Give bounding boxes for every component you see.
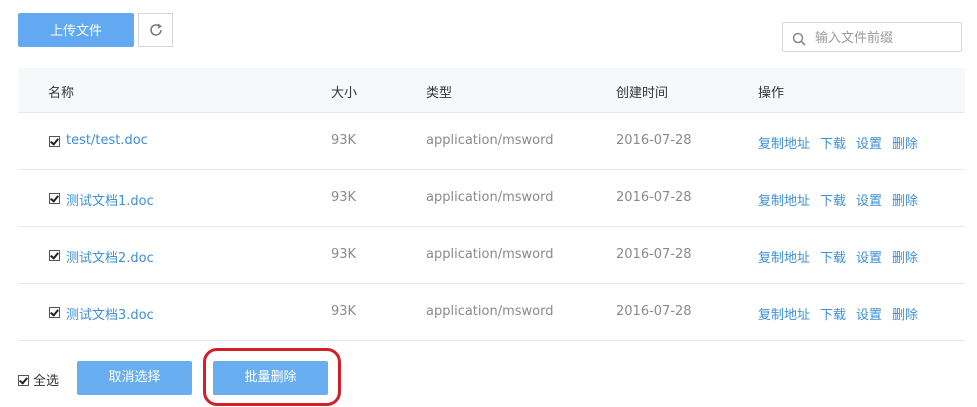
row-checkbox[interactable] [49, 250, 60, 261]
search-icon [792, 31, 806, 50]
upload-button[interactable]: 上传文件 [18, 13, 134, 47]
delete-link[interactable]: 删除 [892, 137, 918, 152]
file-date: 2016-07-28 [616, 304, 692, 319]
file-size: 93K [331, 247, 357, 262]
delete-link[interactable]: 删除 [892, 194, 918, 209]
settings-link[interactable]: 设置 [856, 137, 882, 152]
settings-link[interactable]: 设置 [856, 308, 882, 323]
header-size: 大小 [331, 86, 358, 101]
row-checkbox[interactable] [49, 136, 60, 147]
header-name: 名称 [48, 86, 75, 101]
table-row: test/test.doc 93K application/msword 201… [18, 113, 965, 170]
copy-url-link[interactable]: 复制地址 [758, 308, 810, 323]
copy-url-link[interactable]: 复制地址 [758, 251, 810, 266]
settings-link[interactable]: 设置 [856, 251, 882, 266]
copy-url-link[interactable]: 复制地址 [758, 137, 810, 152]
delete-link[interactable]: 删除 [892, 251, 918, 266]
search-input[interactable] [813, 23, 962, 53]
row-actions: 复制地址 下载 设置 删除 [758, 304, 928, 323]
download-link[interactable]: 下载 [820, 308, 846, 323]
header-type: 类型 [426, 86, 453, 101]
row-checkbox[interactable] [49, 193, 60, 204]
table-row: 测试文档3.doc 93K application/msword 2016-07… [18, 284, 965, 341]
row-actions: 复制地址 下载 设置 删除 [758, 133, 928, 152]
cancel-selection-button[interactable]: 取消选择 [77, 361, 192, 395]
file-table: 名称 大小 类型 创建时间 操作 test/test.doc 93K appli… [18, 68, 965, 341]
file-name-link[interactable]: test/test.doc [66, 133, 148, 148]
row-actions: 复制地址 下载 设置 删除 [758, 190, 928, 209]
select-all-checkbox[interactable] [18, 375, 29, 386]
table-row: 测试文档1.doc 93K application/msword 2016-07… [18, 170, 965, 227]
file-manager: 上传文件 名称 大小 类型 创建时间 操作 test/test.doc 93K [0, 0, 977, 407]
file-type: application/msword [426, 247, 554, 262]
delete-link[interactable]: 删除 [892, 308, 918, 323]
file-date: 2016-07-28 [616, 190, 692, 205]
settings-link[interactable]: 设置 [856, 194, 882, 209]
file-size: 93K [331, 304, 357, 319]
row-checkbox[interactable] [49, 307, 60, 318]
file-size: 93K [331, 190, 357, 205]
copy-url-link[interactable]: 复制地址 [758, 194, 810, 209]
select-all[interactable]: 全选 [18, 370, 59, 389]
file-name-link[interactable]: 测试文档1.doc [66, 190, 154, 209]
search-box [782, 22, 962, 53]
file-date: 2016-07-28 [616, 247, 692, 262]
table-header: 名称 大小 类型 创建时间 操作 [18, 68, 965, 113]
file-date: 2016-07-28 [616, 133, 692, 148]
refresh-icon [149, 23, 162, 36]
row-actions: 复制地址 下载 设置 删除 [758, 247, 928, 266]
file-type: application/msword [426, 133, 554, 148]
file-name-link[interactable]: 测试文档2.doc [66, 247, 154, 266]
refresh-button[interactable] [138, 13, 173, 47]
header-created: 创建时间 [616, 86, 669, 101]
header-actions: 操作 [758, 86, 785, 101]
file-type: application/msword [426, 304, 554, 319]
file-size: 93K [331, 133, 357, 148]
table-row: 测试文档2.doc 93K application/msword 2016-07… [18, 227, 965, 284]
download-link[interactable]: 下载 [820, 251, 846, 266]
file-type: application/msword [426, 190, 554, 205]
file-name-link[interactable]: 测试文档3.doc [66, 304, 154, 323]
download-link[interactable]: 下载 [820, 194, 846, 209]
select-all-label: 全选 [33, 374, 60, 389]
download-link[interactable]: 下载 [820, 137, 846, 152]
highlight-annotation [203, 348, 341, 406]
